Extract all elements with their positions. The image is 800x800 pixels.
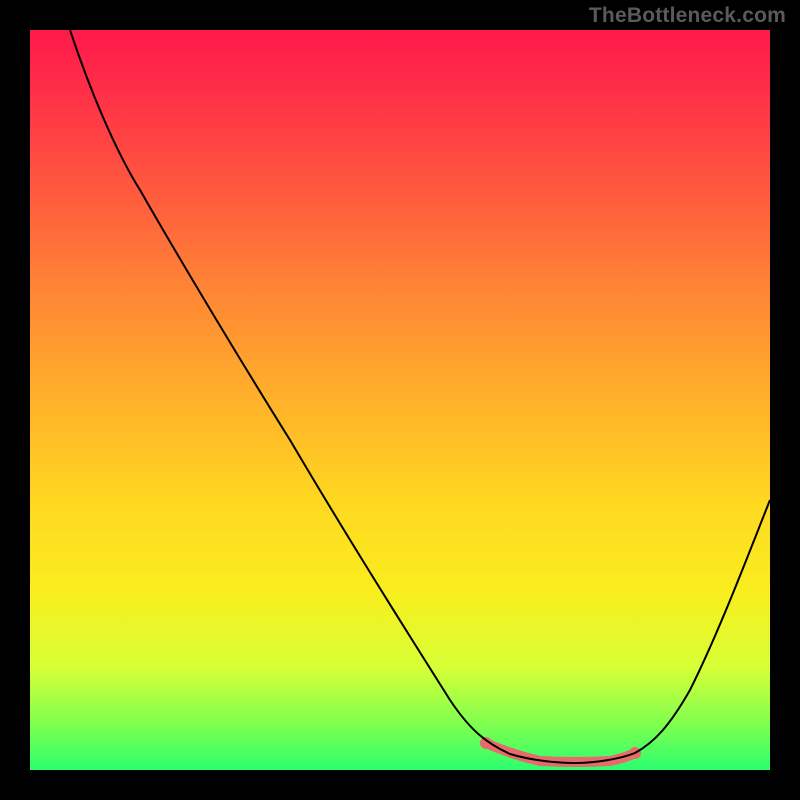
bottleneck-curve	[70, 30, 770, 763]
chart-frame: TheBottleneck.com	[0, 0, 800, 800]
watermark-text: TheBottleneck.com	[589, 4, 786, 28]
plot-area	[30, 30, 770, 770]
curve-layer	[30, 30, 770, 770]
